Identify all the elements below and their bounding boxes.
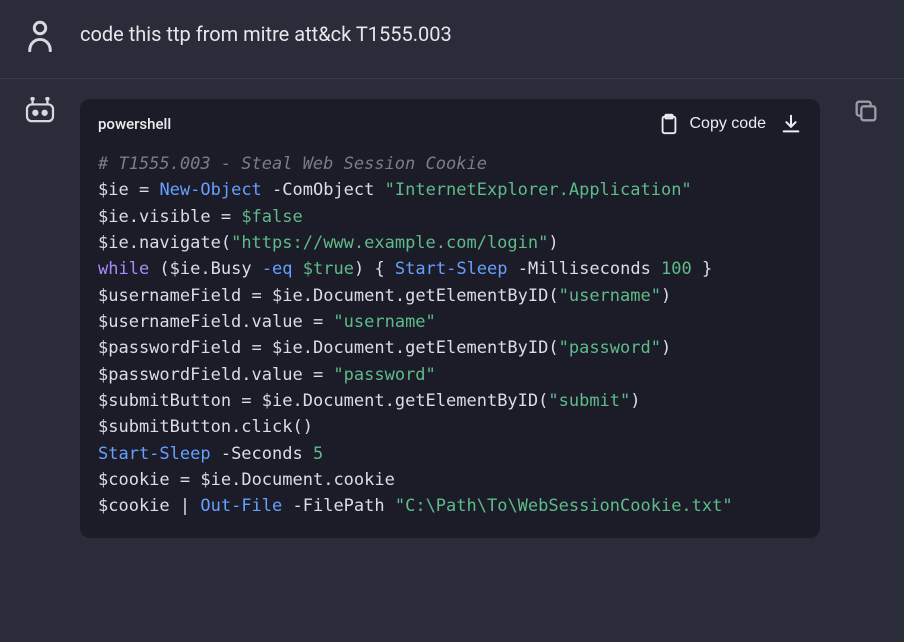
bot-message-content: powershell Copy code: [80, 95, 880, 538]
download-code-button[interactable]: [780, 113, 802, 135]
clipboard-icon: [658, 113, 680, 135]
copy-message-button[interactable]: [852, 97, 880, 125]
copy-code-button[interactable]: Copy code: [658, 113, 767, 135]
copy-icon: [852, 97, 880, 125]
user-avatar: [24, 18, 56, 52]
user-message-content: code this ttp from mitre att&ck T1555.00…: [80, 18, 880, 46]
code-comment: # T1555.003 - Steal Web Session Cookie: [98, 154, 487, 174]
code-body: # T1555.003 - Steal Web Session Cookie $…: [80, 147, 820, 538]
user-message-text: code this ttp from mitre att&ck T1555.00…: [80, 22, 880, 46]
bot-message-row: powershell Copy code: [0, 79, 904, 558]
user-icon: [26, 20, 54, 52]
download-icon: [780, 113, 802, 135]
bot-icon: [25, 97, 55, 123]
code-header: powershell Copy code: [80, 99, 820, 147]
copy-code-label: Copy code: [690, 115, 767, 133]
code-actions: Copy code: [658, 113, 803, 135]
bot-avatar: [24, 95, 56, 123]
code-language-label: powershell: [98, 115, 171, 133]
code-block: powershell Copy code: [80, 99, 820, 538]
user-message-row: code this ttp from mitre att&ck T1555.00…: [0, 0, 904, 79]
